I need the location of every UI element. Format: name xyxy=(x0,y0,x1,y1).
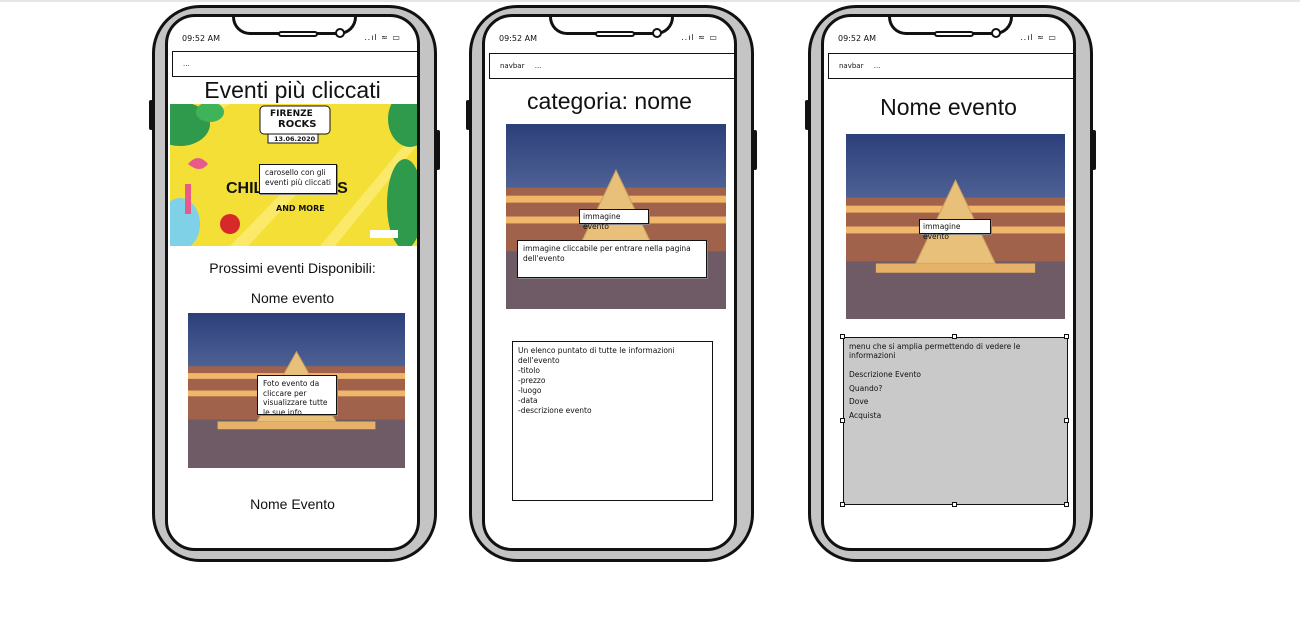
status-icons: ..ıl ≈ ▭ xyxy=(364,33,401,42)
speaker-icon xyxy=(278,31,318,37)
navbar-label[interactable]: navbar xyxy=(839,62,863,70)
list-item: -titolo xyxy=(518,366,540,375)
phone-mockup-category: 09:52 AM ..ıl ≈ ▭ navbar ... categoria: … xyxy=(466,5,757,562)
status-time: 09:52 AM xyxy=(838,34,876,43)
navbar[interactable]: navbar ... xyxy=(489,53,734,79)
top-divider xyxy=(0,0,1300,2)
carousel-note: carosello con gli eventi più cliccati xyxy=(259,164,337,194)
poster-brand-top: FIRENZE xyxy=(270,109,313,119)
phone-mockup-event: 09:52 AM ..ıl ≈ ▭ navbar ... Nome evento… xyxy=(805,5,1096,562)
camera-icon xyxy=(991,28,1001,38)
resize-handle[interactable] xyxy=(1064,334,1069,339)
speaker-icon xyxy=(934,31,974,37)
navbar-label[interactable]: navbar xyxy=(500,62,524,70)
image-note: immagine evento xyxy=(919,219,991,241)
page-title: Nome evento xyxy=(880,94,1017,120)
resize-handle[interactable] xyxy=(952,334,957,339)
menu-intro: menu che si amplia permettendo di vedere… xyxy=(849,342,1021,360)
navbar-more[interactable]: ... xyxy=(874,62,881,70)
navbar[interactable]: ... xyxy=(172,51,417,77)
poster-date: 13.06.2020 xyxy=(274,135,316,143)
menu-item-buy[interactable]: Acquista xyxy=(849,409,1062,423)
phone-screen: 09:52 AM ..ıl ≈ ▭ ... Eventi più cliccat… xyxy=(165,14,420,551)
camera-icon xyxy=(335,28,345,38)
click-note: immagine cliccabile per entrare nella pa… xyxy=(517,240,707,278)
list-item: -prezzo xyxy=(518,376,546,385)
menu-item-when[interactable]: Quando? xyxy=(849,382,1062,396)
status-time: 09:52 AM xyxy=(182,34,220,43)
image-note: immagine evento xyxy=(579,209,649,231)
phone-screen: 09:52 AM ..ıl ≈ ▭ navbar ... categoria: … xyxy=(482,14,737,551)
speaker-icon xyxy=(595,31,635,37)
phone-screen: 09:52 AM ..ıl ≈ ▭ navbar ... Nome evento… xyxy=(821,14,1076,551)
resize-handle[interactable] xyxy=(840,502,845,507)
poster-brand-bottom: ROCKS xyxy=(278,119,317,130)
navbar-more[interactable]: ... xyxy=(535,62,542,70)
resize-handle[interactable] xyxy=(1064,418,1069,423)
event-name[interactable]: Nome evento xyxy=(168,290,417,306)
resize-handle[interactable] xyxy=(840,334,845,339)
list-item: -descrizione evento xyxy=(518,406,592,415)
menu-item-where[interactable]: Dove xyxy=(849,395,1062,409)
page-title: Eventi più cliccati xyxy=(204,77,381,103)
list-item: -data xyxy=(518,396,538,405)
event-info-list: Un elenco puntato di tutte le informazio… xyxy=(512,341,713,501)
list-item: -luogo xyxy=(518,386,542,395)
page-title: categoria: nome xyxy=(527,88,692,114)
event-name[interactable]: Nome Evento xyxy=(168,496,417,512)
poster-subline: AND MORE xyxy=(276,204,325,213)
next-events-heading: Prossimi eventi Disponibili: xyxy=(209,260,376,276)
status-time: 09:52 AM xyxy=(499,34,537,43)
navbar-more[interactable]: ... xyxy=(183,60,190,68)
status-icons: ..ıl ≈ ▭ xyxy=(681,33,718,42)
list-intro: Un elenco puntato di tutte le informazio… xyxy=(518,346,675,365)
expandable-menu[interactable]: menu che si amplia permettendo di vedere… xyxy=(843,337,1068,505)
navbar[interactable]: navbar ... xyxy=(828,53,1073,79)
resize-handle[interactable] xyxy=(840,418,845,423)
status-icons: ..ıl ≈ ▭ xyxy=(1020,33,1057,42)
camera-icon xyxy=(652,28,662,38)
phone-mockup-home: 09:52 AM ..ıl ≈ ▭ ... Eventi più cliccat… xyxy=(149,5,440,562)
menu-item-description[interactable]: Descrizione Evento xyxy=(849,368,1062,382)
resize-handle[interactable] xyxy=(1064,502,1069,507)
photo-note: Foto evento da cliccare per visualizzare… xyxy=(257,375,337,417)
resize-handle[interactable] xyxy=(952,502,957,507)
